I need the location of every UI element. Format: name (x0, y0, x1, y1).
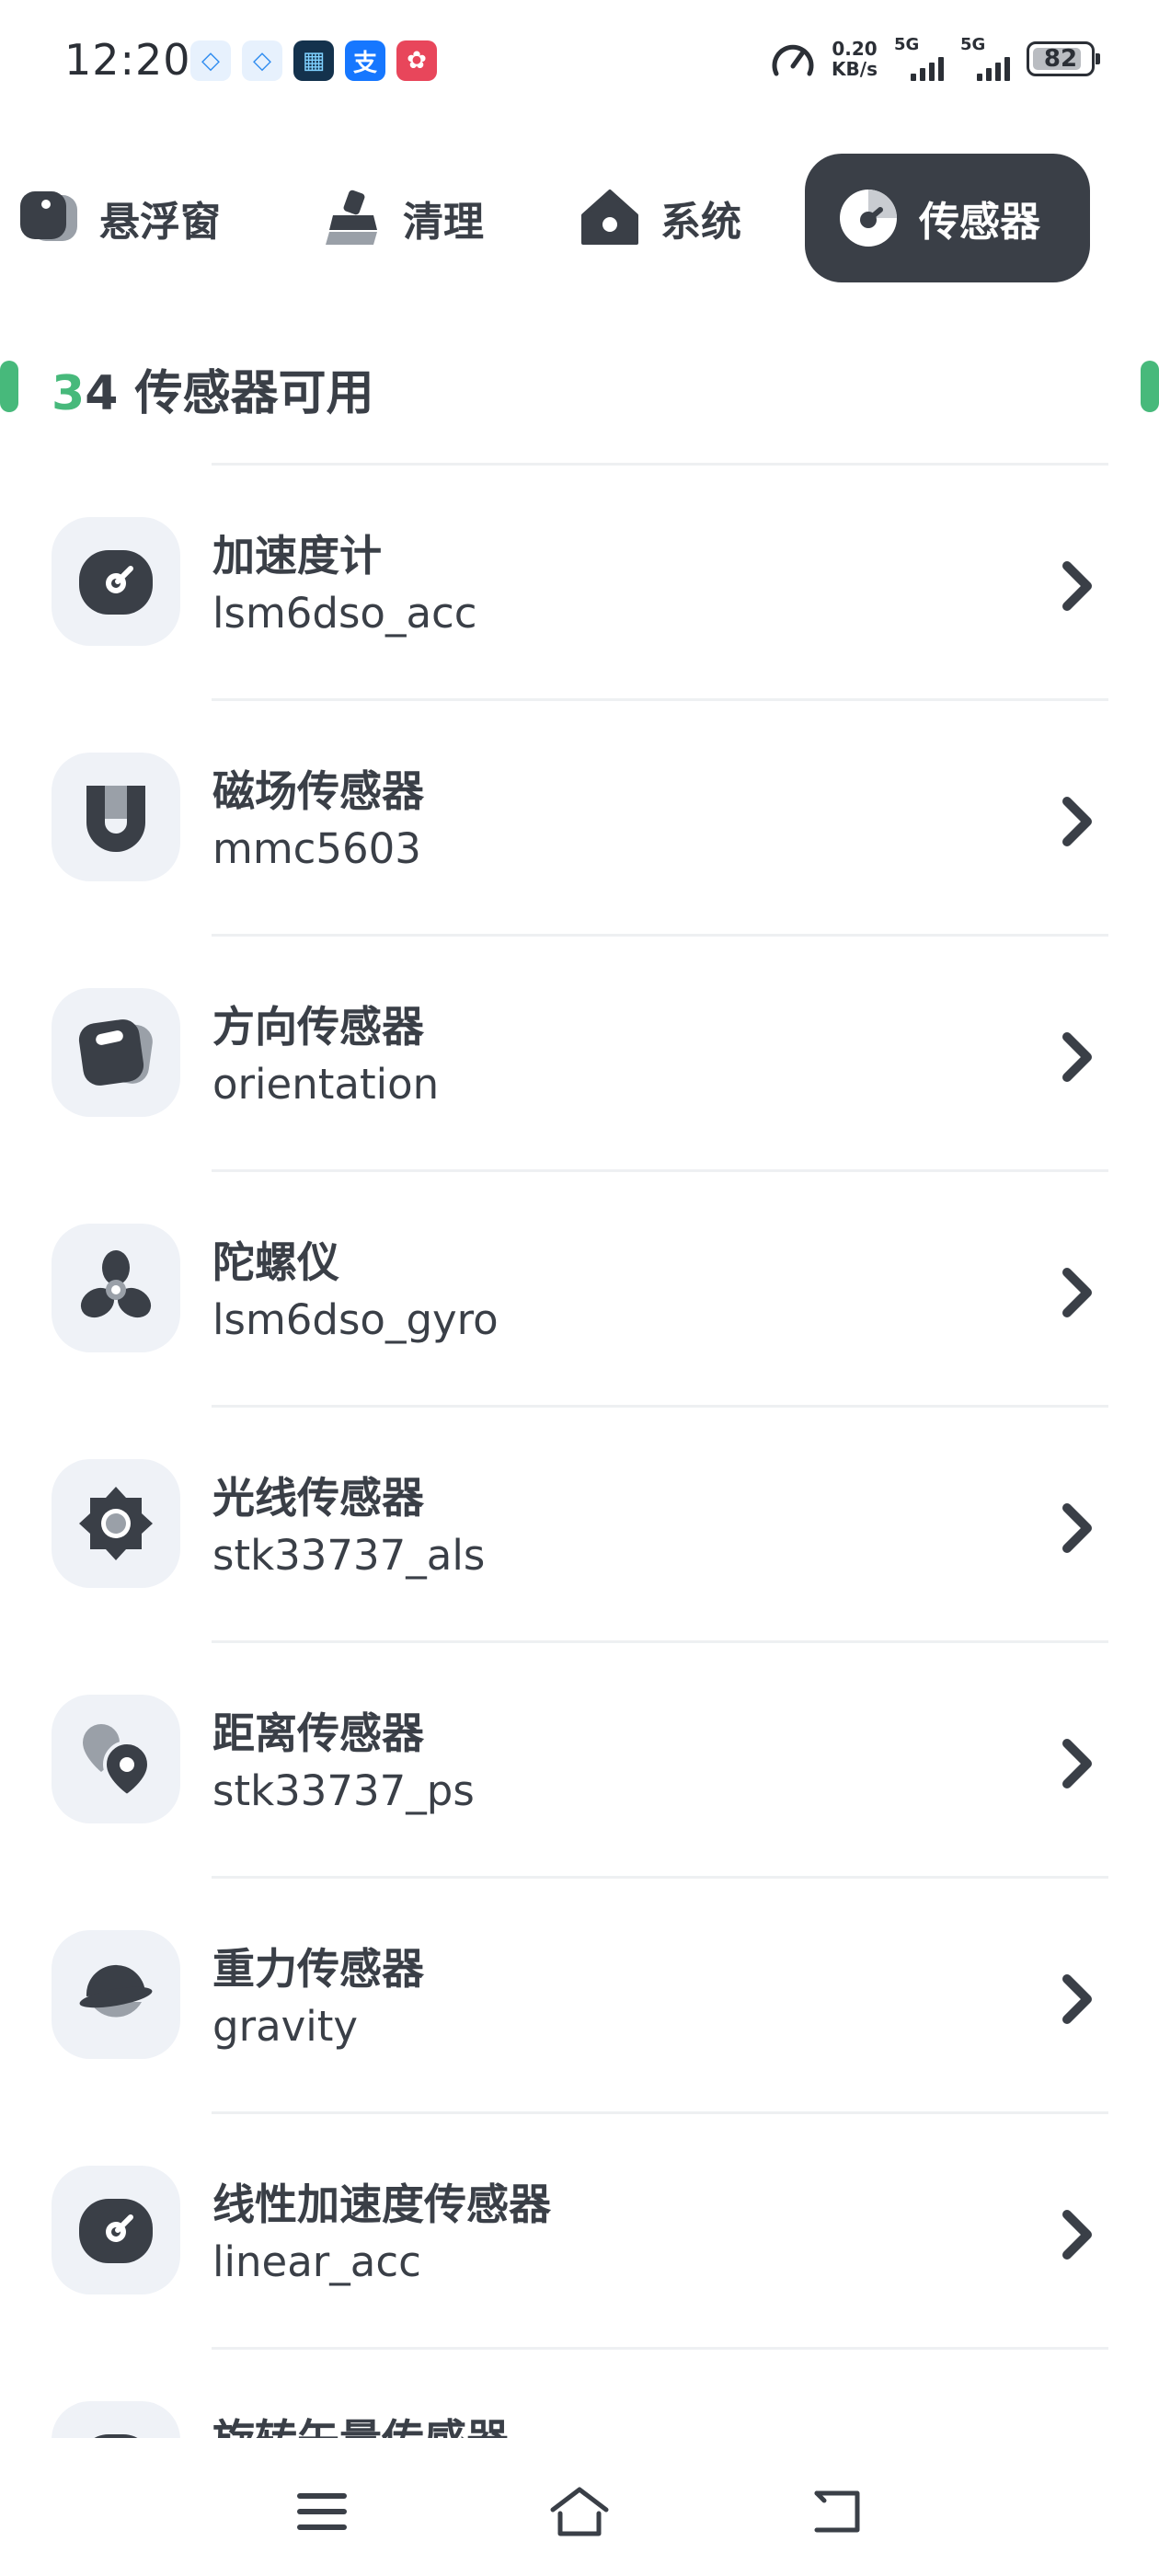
signal-bars-icon (911, 53, 944, 81)
network-speed: 0.20 KB/s (832, 39, 878, 79)
broom-icon (322, 188, 383, 248)
game-app-icon: ✿ (396, 40, 437, 81)
back-button[interactable] (800, 2479, 874, 2544)
sensor-model: lsm6dso_gyro (212, 1295, 499, 1344)
sensor-list-item[interactable]: 方向传感器 orientation (0, 937, 1159, 1169)
chevron-right-icon (1062, 1739, 1092, 1788)
sensor-list-item[interactable]: 线性加速度传感器 linear_acc (0, 2114, 1159, 2347)
sim2-network-type: 5G (960, 35, 986, 54)
system-indicators: 0.20 KB/s 5G 5G 82 (771, 37, 1100, 81)
sensor-icon (838, 188, 899, 248)
sensor-list-item[interactable]: 加速度计 lsm6dso_acc (0, 466, 1159, 698)
network-speed-unit: KB/s (832, 58, 878, 80)
sensor-model: stk33737_als (212, 1531, 486, 1580)
gauge-icon (52, 2401, 180, 2441)
sensor-name: 光线传感器 (212, 1473, 424, 1523)
back-icon (814, 2490, 860, 2533)
tab-bar: 悬浮窗 清理 系统 传感器 (0, 154, 1159, 282)
planet-icon (52, 1930, 180, 2059)
sensor-list-item[interactable]: 重力传感器 gravity (0, 1879, 1159, 2111)
sim1-network-type: 5G (894, 35, 920, 54)
tab-sensors[interactable]: 传感器 (805, 154, 1090, 282)
tab-system[interactable]: 系统 (580, 154, 741, 282)
tab-label: 悬浮窗 (99, 199, 221, 246)
sensor-model: mmc5603 (212, 824, 421, 873)
orientation-icon (52, 988, 180, 1117)
network-speed-value: 0.20 (832, 38, 878, 60)
edge-indicator-left (0, 361, 18, 412)
sensor-count-heading: 34 传感器可用 (52, 354, 373, 423)
calculator-app-icon: ▦ (293, 40, 334, 81)
sensor-name: 线性加速度传感器 (212, 2179, 551, 2229)
sensor-count-accent-digit: 3 (52, 366, 86, 421)
tab-label: 清理 (403, 199, 484, 246)
house-icon (580, 188, 640, 248)
location-pins-icon (52, 1695, 180, 1823)
sensor-name: 加速度计 (212, 531, 382, 581)
chevron-right-icon (1062, 1032, 1092, 1082)
sensor-list-item[interactable]: 距离传感器 stk33737_ps (0, 1643, 1159, 1876)
sensor-name: 陀螺仪 (212, 1237, 339, 1287)
sensor-list-item[interactable]: 旋转矢量传感器 (0, 2350, 1159, 2441)
sim2-signal: 5G (960, 37, 1010, 81)
system-navigation-bar (0, 2438, 1159, 2576)
speedometer-icon (772, 44, 814, 76)
sensor-model: stk33737_ps (212, 1766, 475, 1815)
status-clock: 12:20 (64, 35, 191, 85)
status-bar: 12:20 ◇ ◇ ▦ 支 ✿ 0.20 KB/s 5G 5G 82 (0, 0, 1159, 124)
sim1-signal: 5G (894, 37, 944, 81)
fan-icon (52, 1224, 180, 1352)
sensor-model: lsm6dso_acc (212, 589, 477, 638)
home-button[interactable] (543, 2479, 616, 2544)
sensor-count-text: 4 传感器可用 (85, 366, 374, 421)
sensor-name: 重力传感器 (212, 1944, 424, 1994)
sensor-name: 方向传感器 (212, 1002, 424, 1052)
notification-icons: ◇ ◇ ▦ 支 ✿ (190, 40, 437, 81)
gaopay-icon: ◇ (190, 40, 231, 81)
signal-bars-icon (977, 53, 1010, 81)
chevron-right-icon (1062, 1268, 1092, 1317)
gauge-icon (52, 517, 180, 646)
chevron-right-icon (1062, 561, 1092, 611)
alipay-icon: 支 (345, 40, 385, 81)
sensor-list-item[interactable]: 磁场传感器 mmc5603 (0, 701, 1159, 934)
floating-window-icon (18, 188, 79, 248)
sensor-name: 距离传感器 (212, 1708, 424, 1758)
sensor-list-item[interactable]: 陀螺仪 lsm6dso_gyro (0, 1172, 1159, 1405)
tab-label: 系统 (660, 199, 741, 246)
sensor-list-item[interactable]: 光线传感器 stk33737_als (0, 1408, 1159, 1640)
recent-apps-button[interactable] (285, 2479, 359, 2544)
sensor-list[interactable]: 加速度计 lsm6dso_acc 磁场传感器 mmc5603 方向传感器 orientat… (0, 463, 1159, 2441)
sensor-name: 磁场传感器 (212, 766, 424, 816)
chevron-right-icon (1062, 797, 1092, 846)
edge-indicator-right (1141, 361, 1159, 412)
chevron-right-icon (1062, 1503, 1092, 1553)
sensor-name: 旋转矢量传感器 (212, 2415, 509, 2441)
brightness-icon (52, 1459, 180, 1588)
battery-icon: 82 (1027, 41, 1100, 76)
gauge-icon (52, 2166, 180, 2294)
tab-floating-window[interactable]: 悬浮窗 (18, 154, 221, 282)
tab-clean[interactable]: 清理 (322, 154, 484, 282)
gaopay-icon: ◇ (242, 40, 282, 81)
sensor-model: linear_acc (212, 2237, 421, 2286)
tab-label: 传感器 (919, 199, 1040, 246)
sensor-model: orientation (212, 1060, 440, 1109)
battery-level: 82 (1043, 45, 1078, 73)
magnet-icon (52, 753, 180, 881)
chevron-right-icon (1062, 1974, 1092, 2024)
chevron-right-icon (1062, 2210, 1092, 2260)
sensor-model: gravity (212, 2002, 359, 2051)
menu-icon (297, 2493, 347, 2530)
home-icon (550, 2487, 609, 2536)
